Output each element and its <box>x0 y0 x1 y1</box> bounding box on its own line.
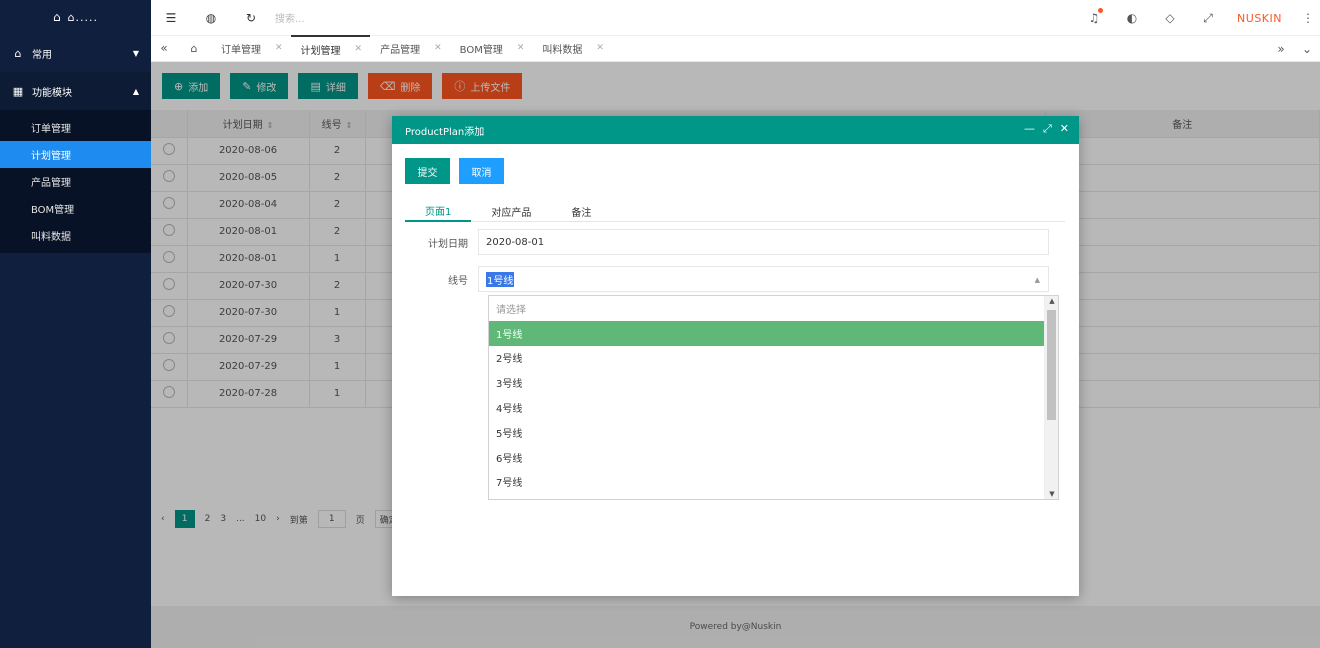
sidebar-item-products[interactable]: 产品管理 <box>0 168 151 195</box>
dropdown-option[interactable]: 3号线 <box>489 370 1044 395</box>
top-header: ☰ ◍ ↻ 搜索... ♫ ◐ ◇ ⤢ NUSKIN ⋮ <box>151 0 1320 36</box>
notification-dot <box>1098 8 1104 13</box>
tab-label: 产品管理 <box>380 44 421 56</box>
user-brand[interactable]: NUSKIN <box>1227 12 1296 25</box>
line-dropdown: 请选择1号线2号线3号线4号线5号线6号线7号线8号线 ▲ ▼ <box>488 295 1059 500</box>
tab-plans[interactable]: 计划管理 ✕ <box>290 35 371 61</box>
sidebar-group-label: 常用 <box>32 49 52 61</box>
sidebar: ⌂ ⌂..... ⌂ 常用 ▼ ▦ 功能模块 ▲ 订单管理 计划管理 产品管理 … <box>0 0 151 648</box>
tab-related-products[interactable]: 对应产品 <box>471 200 551 222</box>
tag-icon[interactable]: ◇ <box>1151 11 1189 25</box>
tab-label: 计划管理 <box>300 45 341 57</box>
tab-label: 订单管理 <box>221 44 261 56</box>
sidebar-group-label: 功能模块 <box>32 87 72 99</box>
form-row-date: 计划日期 2020-08-01 <box>392 229 1049 255</box>
refresh-icon[interactable]: ↻ <box>231 11 271 25</box>
modal-title: ProductPlan添加 <box>405 126 485 138</box>
tab-remark[interactable]: 备注 <box>551 200 611 222</box>
tab-material-call[interactable]: 叫料数据 ✕ <box>532 35 612 61</box>
tabs-scroll-right-icon[interactable]: » <box>1268 36 1294 62</box>
line-select[interactable]: 1号线 ▲ <box>478 266 1049 292</box>
close-icon[interactable]: ✕ <box>1060 122 1069 136</box>
tab-label: BOM管理 <box>459 44 503 56</box>
close-icon[interactable]: ✕ <box>434 43 442 53</box>
header-actions: ♫ ◐ ◇ ⤢ NUSKIN ⋮ <box>1075 0 1320 36</box>
dropdown-option[interactable]: 5号线 <box>489 420 1044 445</box>
fullscreen-icon[interactable]: ⤢ <box>1189 11 1227 26</box>
maximize-icon[interactable]: ⤢ <box>1043 122 1052 136</box>
logo-text: ⌂..... <box>67 10 99 24</box>
caret-up-icon[interactable]: ▲ <box>1035 276 1040 284</box>
tab-page1[interactable]: 页面1 <box>405 200 472 222</box>
chevron-down-icon[interactable]: ⌄ <box>1294 36 1320 62</box>
close-icon[interactable]: ✕ <box>517 43 525 53</box>
cancel-button[interactable]: 取消 <box>459 158 504 184</box>
scroll-up-icon[interactable]: ▲ <box>1045 297 1058 305</box>
close-icon[interactable]: ✕ <box>275 43 283 53</box>
modal-header: ProductPlan添加 — ⤢ ✕ <box>392 116 1079 144</box>
minimize-icon[interactable]: — <box>1024 122 1035 136</box>
home-icon: ⌂ <box>52 10 62 24</box>
close-icon[interactable]: ✕ <box>355 44 363 54</box>
dropdown-option[interactable]: 7号线 <box>489 470 1044 495</box>
dropdown-option[interactable]: 1号线 <box>489 320 1044 346</box>
close-icon[interactable]: ✕ <box>596 43 604 53</box>
dropdown-option[interactable]: 8号线 <box>489 494 1044 499</box>
dropdown-option[interactable]: 6号线 <box>489 445 1044 470</box>
sidebar-item-orders[interactable]: 订单管理 <box>0 114 151 141</box>
grid-icon: ▦ <box>12 84 24 98</box>
tab-orders[interactable]: 订单管理 ✕ <box>211 35 291 61</box>
date-input[interactable]: 2020-08-01 <box>478 229 1049 255</box>
home-icon: ⌂ <box>14 46 22 60</box>
logo: ⌂ ⌂..... <box>0 0 151 34</box>
home-tab-icon[interactable]: ⌂ <box>177 35 211 61</box>
search-input[interactable]: 搜索... <box>275 10 475 25</box>
line-label: 线号 <box>448 275 468 287</box>
date-label: 计划日期 <box>428 238 468 250</box>
tab-bom[interactable]: BOM管理 ✕ <box>450 35 533 61</box>
tab-products[interactable]: 产品管理 ✕ <box>370 35 450 61</box>
sidebar-group-modules[interactable]: ▦ 功能模块 ▲ <box>0 72 151 110</box>
sidebar-item-material-call[interactable]: 叫料数据 <box>0 222 151 249</box>
line-select-value: 1号线 <box>486 271 515 287</box>
sidebar-submenu: 订单管理 计划管理 产品管理 BOM管理 叫料数据 <box>0 110 151 253</box>
more-icon[interactable]: ⋮ <box>1296 11 1320 25</box>
tabs-scroll-left-icon[interactable]: « <box>151 35 177 61</box>
menu-toggle-icon[interactable]: ☰ <box>151 11 191 25</box>
caret-up-icon: ▲ <box>132 86 139 96</box>
palette-icon[interactable]: ◐ <box>1113 11 1151 25</box>
caret-down-icon: ▼ <box>132 48 139 58</box>
add-plan-modal: ProductPlan添加 — ⤢ ✕ 提交 取消 页面1 对应产品 备注 计划… <box>392 116 1079 596</box>
dropdown-options: 请选择1号线2号线3号线4号线5号线6号线7号线8号线 <box>489 296 1058 499</box>
scrollbar-thumb[interactable] <box>1047 310 1056 420</box>
sidebar-item-plans[interactable]: 计划管理 <box>0 141 151 168</box>
scroll-down-icon[interactable]: ▼ <box>1045 490 1058 498</box>
submit-button[interactable]: 提交 <box>405 158 450 184</box>
globe-icon[interactable]: ◍ <box>191 11 231 25</box>
form-row-line: 线号 1号线 ▲ <box>392 266 1049 292</box>
tabs-right-controls: » ⌄ <box>1268 36 1320 62</box>
dropdown-placeholder-option[interactable]: 请选择 <box>489 296 1044 321</box>
modal-actions: 提交 取消 <box>392 144 1079 184</box>
dropdown-scrollbar[interactable]: ▲ ▼ <box>1044 296 1058 499</box>
bell-icon[interactable]: ♫ <box>1075 8 1113 25</box>
dropdown-option[interactable]: 4号线 <box>489 395 1044 420</box>
modal-window-controls: — ⤢ ✕ <box>1016 122 1069 136</box>
sidebar-group-common[interactable]: ⌂ 常用 ▼ <box>0 34 151 72</box>
dropdown-option[interactable]: 2号线 <box>489 346 1044 371</box>
sidebar-item-bom[interactable]: BOM管理 <box>0 195 151 222</box>
page-tabs: « ⌂ 订单管理 ✕ 计划管理 ✕ 产品管理 ✕ BOM管理 ✕ 叫料数据 ✕ … <box>151 35 1320 62</box>
tab-label: 叫料数据 <box>542 44 583 56</box>
modal-tabs: 页面1 对应产品 备注 <box>405 200 1065 222</box>
